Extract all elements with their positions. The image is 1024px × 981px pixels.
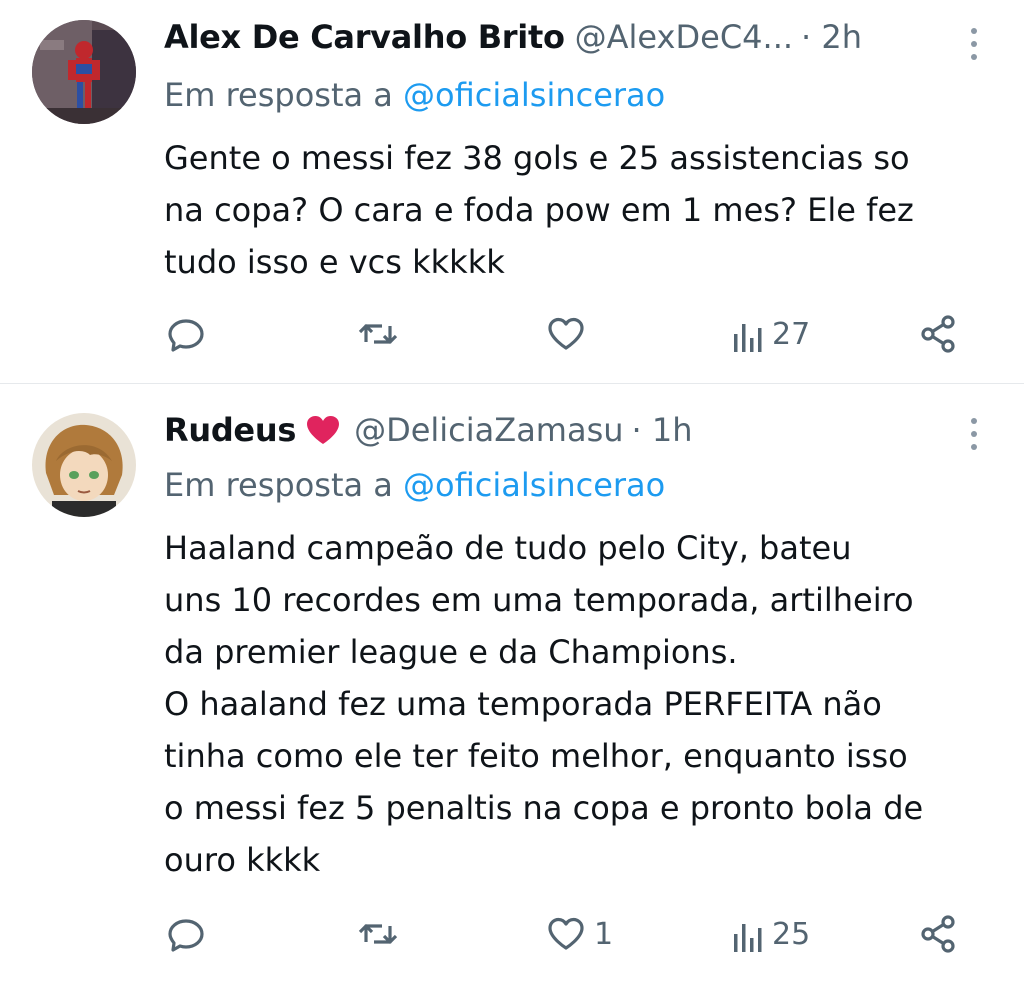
- reply-button[interactable]: [164, 912, 208, 956]
- tweet-text: Haaland campeão de tudo pelo City, bateu…: [164, 522, 1004, 886]
- views-chart-icon: [734, 924, 762, 952]
- reply-prefix: Em resposta a: [164, 466, 393, 504]
- timestamp[interactable]: · 1h: [632, 409, 693, 451]
- tweet-header: Rudeus @DeliciaZamasu · 1h: [164, 409, 944, 451]
- tweet-header: Alex De Carvalho Brito @AlexDeC4... · 2h: [164, 16, 944, 58]
- share-button[interactable]: [916, 312, 960, 356]
- retweet-button[interactable]: [356, 912, 400, 956]
- like-count: 1: [594, 916, 614, 952]
- more-options-icon[interactable]: [962, 24, 986, 64]
- views-chart-icon: [734, 324, 762, 352]
- tweet-text-line: uns 10 recordes em uma temporada, artilh…: [164, 581, 914, 619]
- avatar[interactable]: [32, 20, 136, 124]
- tweet-text-line: o messi fez 5 penaltis na copa e pronto …: [164, 789, 924, 827]
- reply-icon: [168, 319, 204, 352]
- more-options-icon[interactable]: [962, 414, 986, 454]
- tweet-text-line: tudo isso e vcs kkkkk: [164, 243, 505, 281]
- author-name[interactable]: Rudeus: [164, 409, 296, 451]
- action-bar: 27: [164, 312, 964, 356]
- reply-icon: [168, 919, 204, 952]
- timestamp[interactable]: · 2h: [801, 16, 862, 58]
- view-count: 27: [772, 316, 811, 352]
- retweet-button[interactable]: [356, 312, 400, 356]
- tweet-text-line: tinha como ele ter feito melhor, enquant…: [164, 737, 908, 775]
- tweet[interactable]: Rudeus @DeliciaZamasu · 1h Em resposta a…: [0, 384, 1024, 981]
- author-handle[interactable]: @DeliciaZamasu: [354, 409, 623, 451]
- tweet-text-line: Gente o messi fez 38 gols e 25 assistenc…: [164, 139, 910, 177]
- share-icon: [921, 915, 955, 953]
- tweet[interactable]: Alex De Carvalho Brito @AlexDeC4... · 2h…: [0, 0, 1024, 383]
- anime-avatar-icon: [32, 413, 136, 517]
- author-handle[interactable]: @AlexDeC4...: [575, 16, 793, 58]
- tweet-text-line: Haaland campeão de tudo pelo City, bateu: [164, 529, 852, 567]
- views-button[interactable]: 25: [732, 912, 810, 956]
- heart-outline-icon: [548, 917, 584, 950]
- avatar[interactable]: [32, 413, 136, 517]
- share-button[interactable]: [916, 912, 960, 956]
- tweet-text: Gente o messi fez 38 gols e 25 assistenc…: [164, 132, 1004, 288]
- action-bar: 1 25: [164, 912, 964, 956]
- reply-mention-link[interactable]: @oficialsincerao: [403, 466, 665, 504]
- retweet-icon: [358, 324, 398, 344]
- tweet-text-line: ouro kkkk: [164, 841, 321, 879]
- heart-outline-icon: [548, 317, 584, 350]
- views-button[interactable]: 27: [732, 312, 810, 356]
- heart-emoji-icon: [306, 413, 340, 444]
- reply-context: Em resposta a @oficialsincerao: [164, 464, 665, 506]
- retweet-icon: [358, 924, 398, 944]
- reply-context: Em resposta a @oficialsincerao: [164, 74, 665, 116]
- like-button[interactable]: [544, 312, 594, 356]
- view-count: 25: [772, 916, 811, 952]
- tweet-text-line: O haaland fez uma temporada PERFEITA não: [164, 685, 882, 723]
- author-name[interactable]: Alex De Carvalho Brito: [164, 16, 565, 58]
- reply-button[interactable]: [164, 312, 208, 356]
- reply-prefix: Em resposta a: [164, 76, 393, 114]
- like-button[interactable]: 1: [544, 912, 613, 956]
- tweet-text-line: da premier league e da Champions.: [164, 633, 738, 671]
- share-icon: [921, 315, 955, 353]
- spiderman-avatar-icon: [32, 20, 136, 124]
- tweet-text-line: na copa? O cara e foda pow em 1 mes? Ele…: [164, 191, 914, 229]
- reply-mention-link[interactable]: @oficialsincerao: [403, 76, 665, 114]
